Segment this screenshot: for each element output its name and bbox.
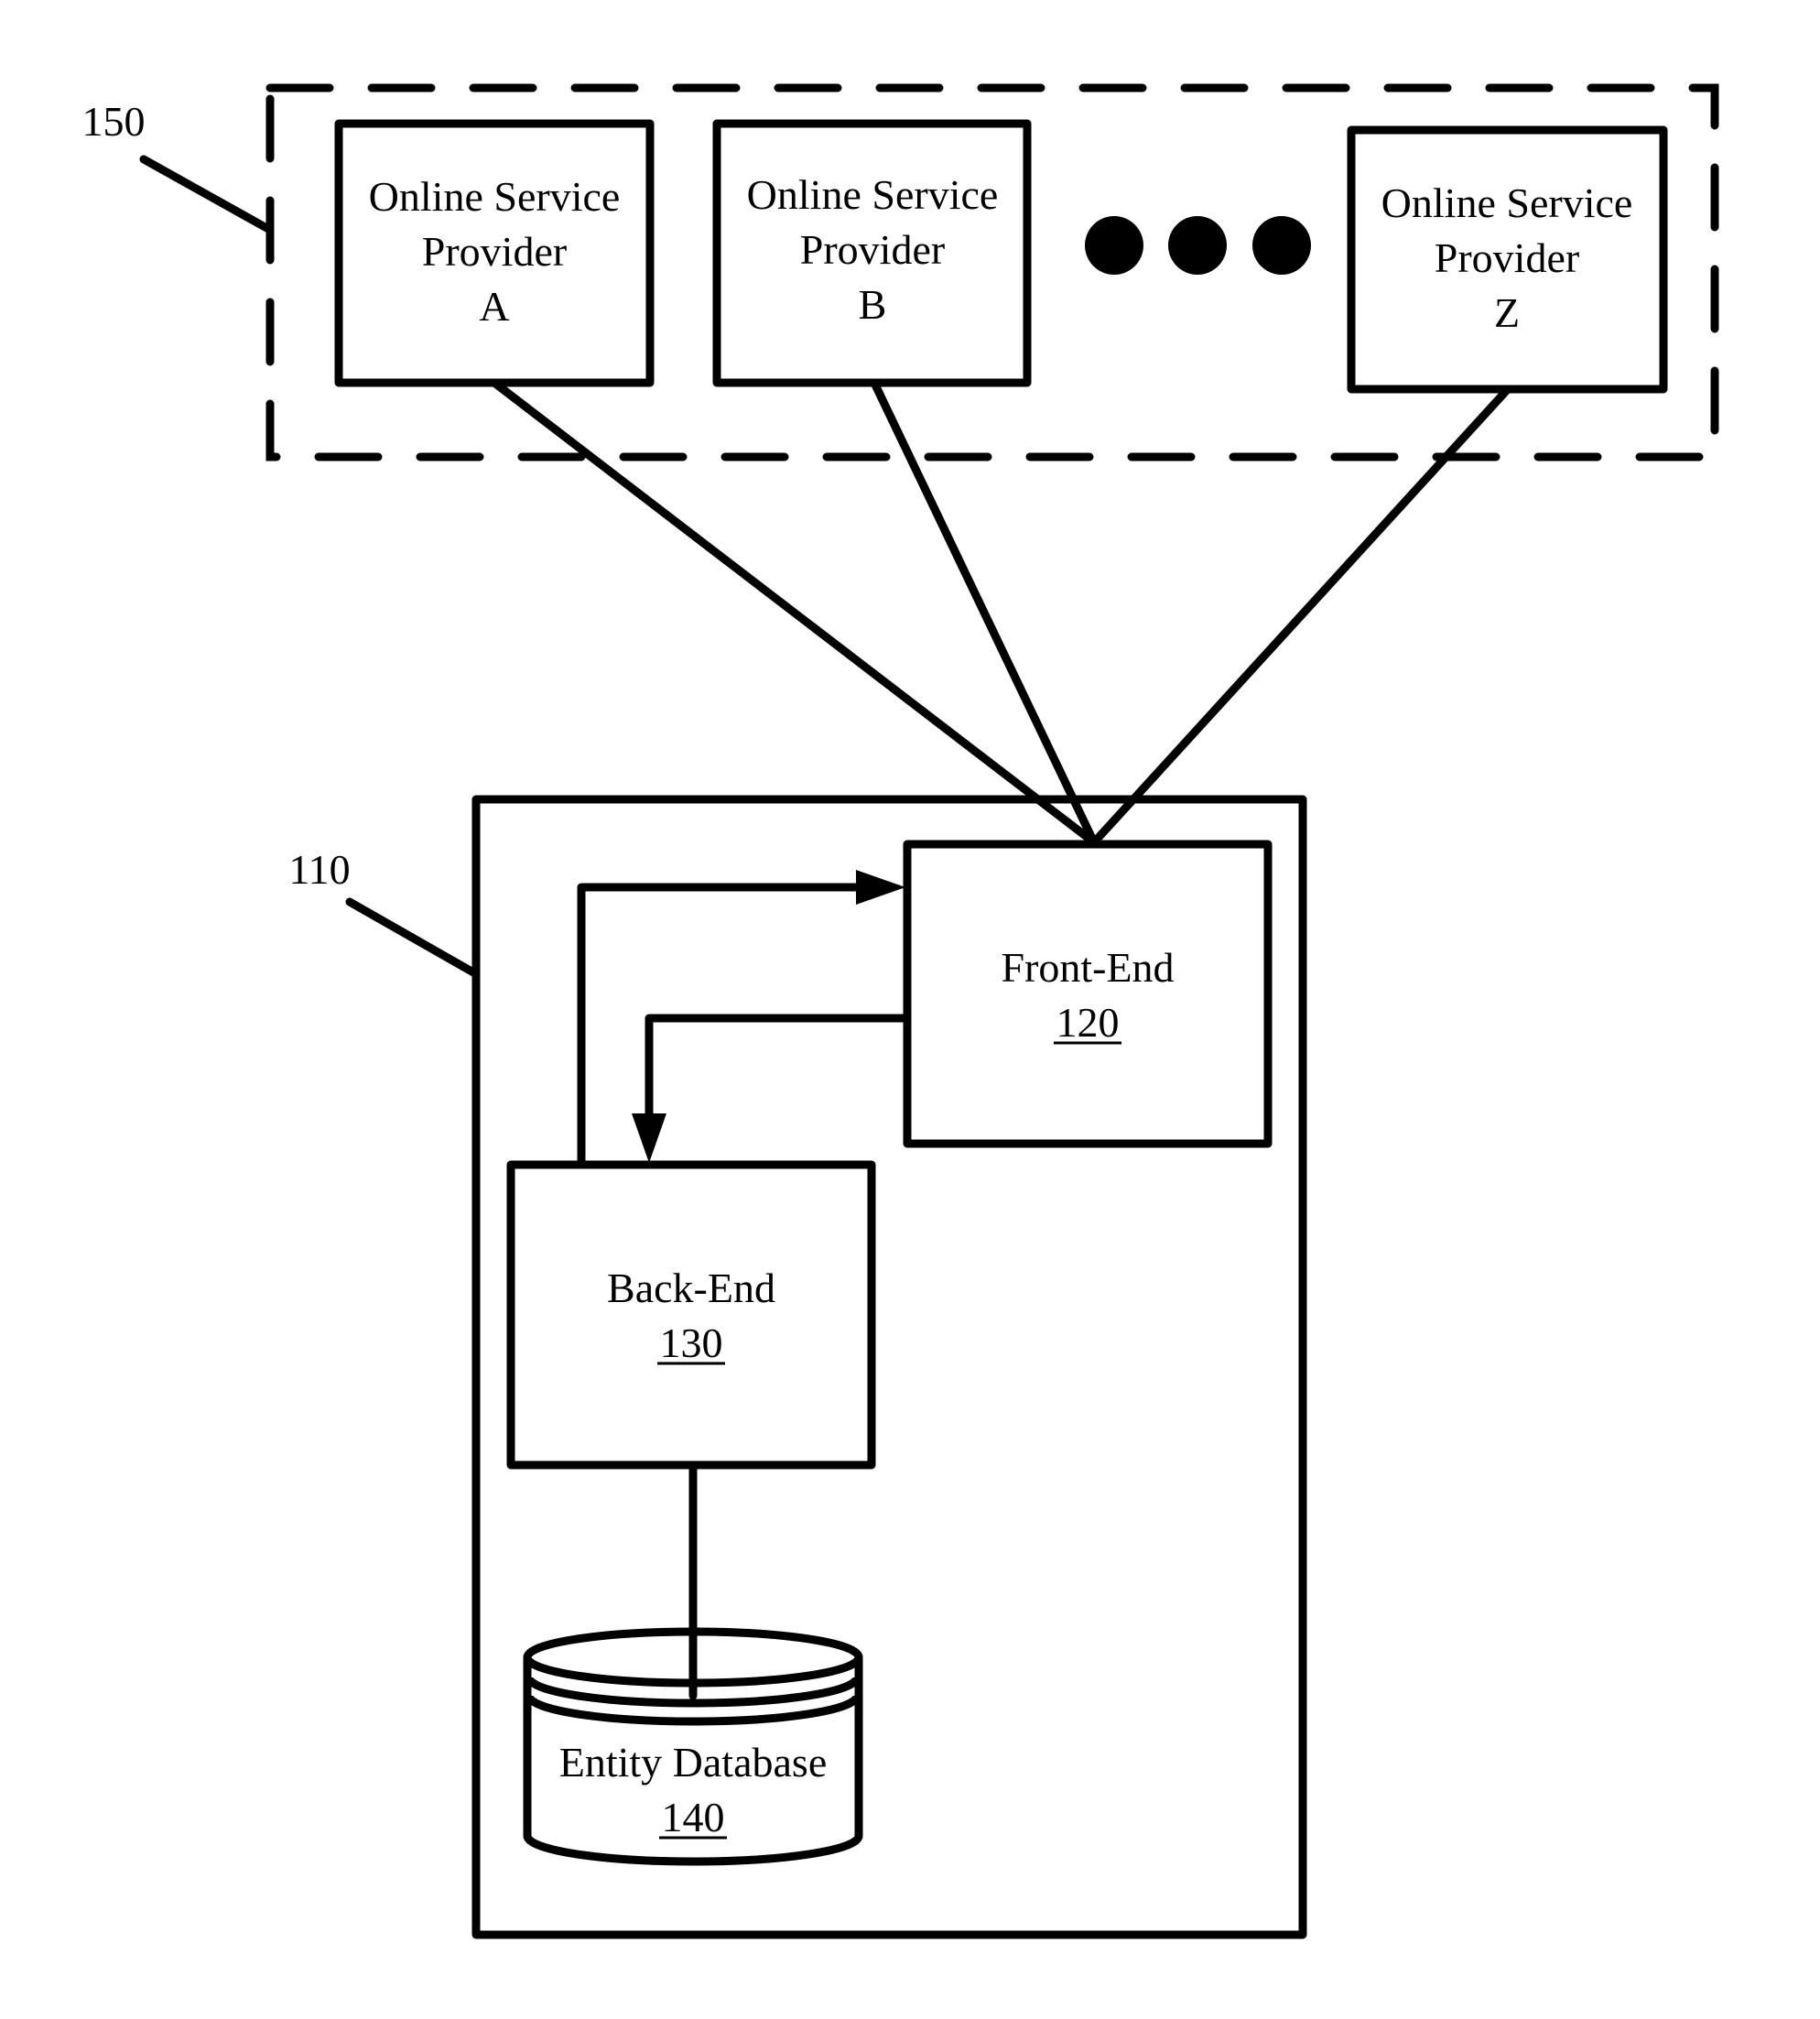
- provider-box-b: Online Service Provider B: [712, 119, 1032, 387]
- provider-a-line3: A: [479, 283, 509, 330]
- provider-a-line1: Online Service: [369, 173, 621, 220]
- system-diagram: 150 Online Service Provider A Online Ser…: [82, 83, 1719, 1939]
- three-dots-icon: [1085, 216, 1311, 275]
- provider-box-z: Online Service Provider Z: [1347, 125, 1668, 394]
- back-end-ref: 130: [660, 1319, 723, 1366]
- provider-group-leader-line: [139, 155, 273, 233]
- front-end-box: Front-End 120: [903, 840, 1273, 1148]
- arrow-backend-to-frontend: [577, 883, 865, 1167]
- provider-z-line1: Online Service: [1381, 179, 1633, 226]
- provider-group-ref: 150: [82, 98, 146, 145]
- connector-provider-a-frontend: [490, 378, 1099, 847]
- system-ref: 110: [288, 846, 350, 893]
- provider-a-line2: Provider: [422, 228, 567, 275]
- provider-b-line3: B: [859, 281, 887, 328]
- system-leader-line: [345, 897, 478, 977]
- provider-z-line2: Provider: [1435, 234, 1579, 281]
- back-end-label: Back-End: [607, 1265, 775, 1311]
- front-end-ref: 120: [1056, 999, 1120, 1046]
- connector-provider-b-frontend: [870, 378, 1099, 847]
- provider-b-line1: Online Service: [747, 171, 999, 218]
- back-end-box: Back-End 130: [506, 1160, 876, 1470]
- database-label: Entity Database: [559, 1739, 828, 1786]
- arrowhead-right-icon: [856, 870, 905, 905]
- arrowhead-down-icon: [632, 1113, 666, 1163]
- arrow-frontend-to-backend: [645, 1014, 910, 1122]
- database-ref: 140: [662, 1794, 725, 1840]
- provider-b-line2: Provider: [800, 226, 945, 273]
- front-end-label: Front-End: [1001, 944, 1174, 991]
- provider-box-a: Online Service Provider A: [334, 119, 655, 387]
- provider-z-line3: Z: [1494, 289, 1520, 336]
